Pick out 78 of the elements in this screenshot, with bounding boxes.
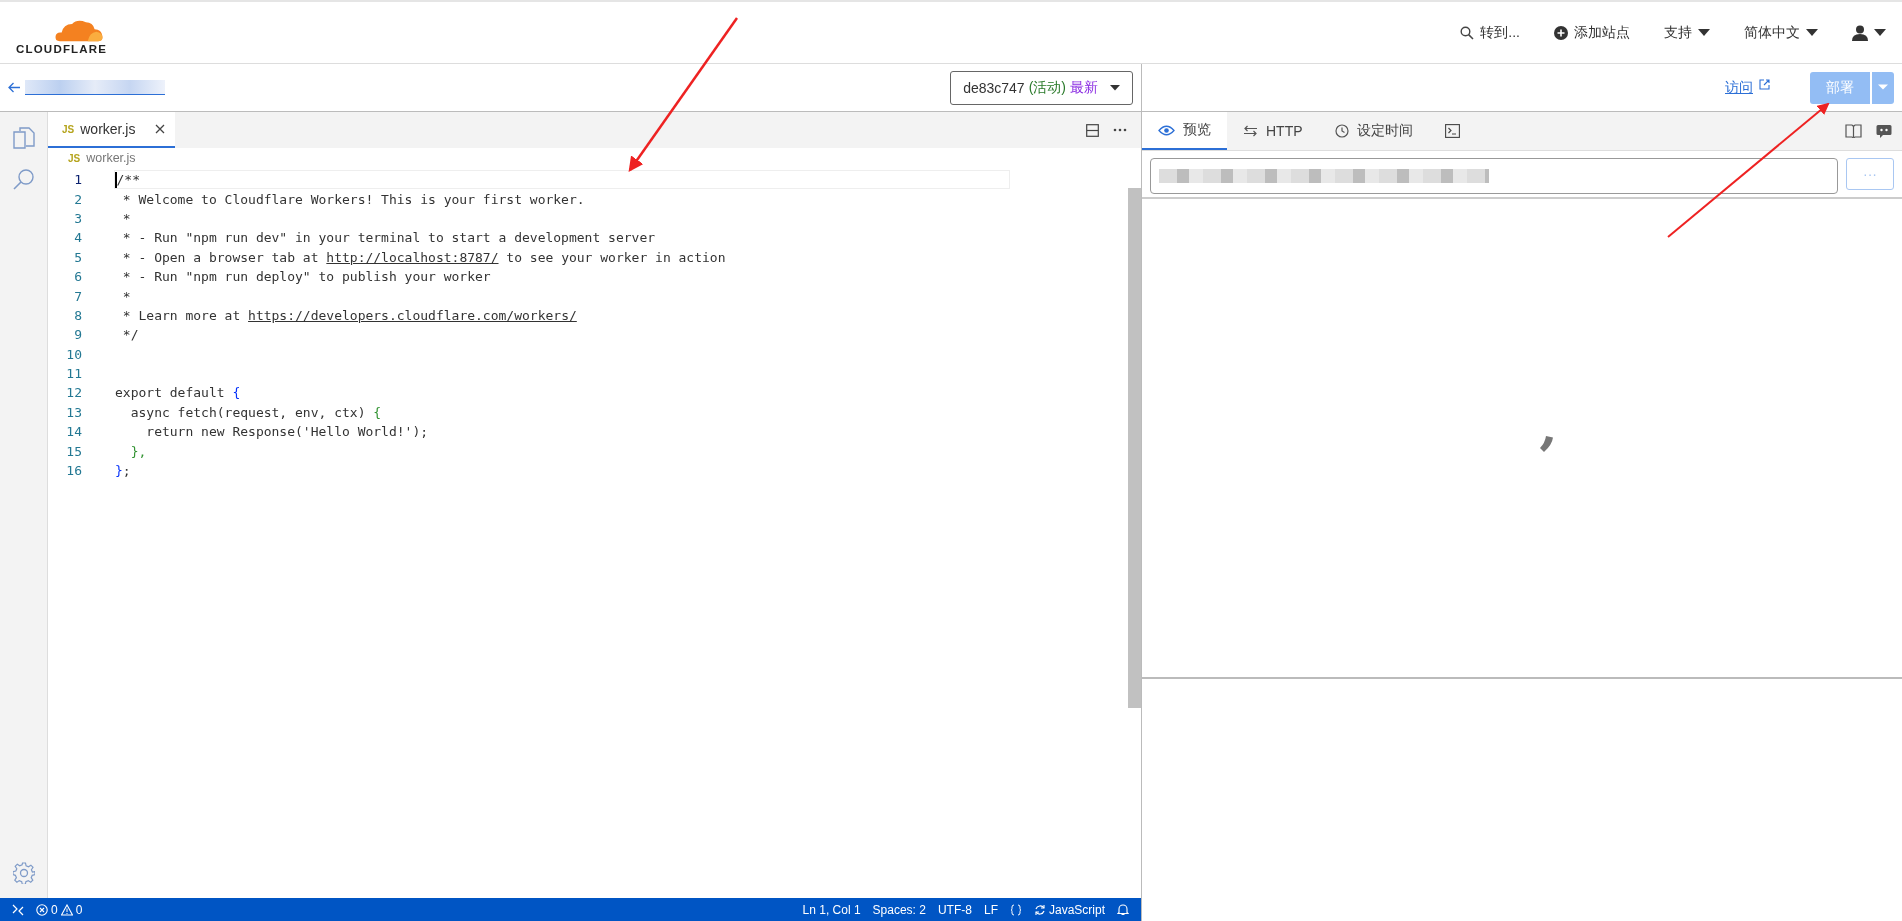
bell-icon[interactable] bbox=[1117, 903, 1129, 916]
line-number: 13 bbox=[65, 404, 82, 420]
text-cursor bbox=[115, 171, 117, 188]
version-select[interactable]: de83c747 (活动) 最新 bbox=[950, 70, 1133, 105]
panel-tab[interactable]: 预览 bbox=[1142, 112, 1227, 150]
cursor-position[interactable]: Ln 1, Col 1 bbox=[802, 902, 861, 917]
user-menu[interactable] bbox=[1852, 24, 1886, 41]
encoding-setting[interactable]: UTF-8 bbox=[937, 902, 972, 917]
panel-tab[interactable]: HTTP bbox=[1227, 112, 1319, 150]
nav-link[interactable]: 支持 bbox=[1664, 23, 1710, 42]
clock-icon[interactable] bbox=[1334, 124, 1349, 138]
external-link-icon[interactable] bbox=[1759, 78, 1770, 90]
code-line: /** bbox=[116, 172, 140, 188]
search-icon[interactable] bbox=[1460, 25, 1475, 40]
code-line: return new Response('Hello World!'); bbox=[145, 424, 429, 440]
scrollbar[interactable] bbox=[1128, 188, 1141, 708]
line-number: 14 bbox=[65, 424, 82, 440]
url-field[interactable] bbox=[1150, 158, 1838, 194]
error-icon[interactable] bbox=[36, 903, 48, 916]
eye-icon[interactable] bbox=[1158, 124, 1175, 136]
cloudflare-logo[interactable]: CLOUDFLARE bbox=[16, 10, 108, 55]
line-number: 12 bbox=[65, 385, 82, 401]
docs-icon[interactable] bbox=[1845, 124, 1862, 138]
sync-icon[interactable] bbox=[1033, 903, 1046, 916]
line-number: 5 bbox=[73, 249, 82, 265]
problems-indicator[interactable]: 0 0 bbox=[36, 902, 83, 917]
loading-spinner bbox=[1540, 435, 1554, 453]
breadcrumb[interactable]: JS worker.js bbox=[48, 148, 136, 168]
code-line: * Learn more at https://developers.cloudflare.com/workers/ bbox=[121, 307, 577, 323]
code-line: */ bbox=[121, 327, 139, 343]
code-line: * - Run "npm run deploy" to publish your worker bbox=[121, 269, 491, 285]
close-icon[interactable] bbox=[155, 124, 166, 134]
code-line: * Welcome to Cloudflare Workers! This is your first worker. bbox=[121, 191, 585, 207]
caret-icon[interactable] bbox=[1806, 28, 1818, 37]
terminal-icon[interactable] bbox=[1444, 124, 1460, 138]
line-number: 2 bbox=[73, 191, 82, 207]
remote-icon[interactable] bbox=[12, 903, 24, 916]
caret-icon[interactable] bbox=[1110, 84, 1120, 91]
line-number: 6 bbox=[73, 269, 82, 285]
nav-link[interactable]: 添加站点 bbox=[1554, 23, 1630, 42]
nav-link[interactable]: 转到... bbox=[1460, 23, 1520, 42]
line-number: 3 bbox=[73, 210, 82, 226]
line-number: 8 bbox=[73, 307, 82, 323]
line-number: 7 bbox=[73, 288, 82, 304]
line-number: 11 bbox=[65, 366, 82, 382]
split-editor-icon[interactable] bbox=[1086, 123, 1099, 137]
plus-icon[interactable] bbox=[1554, 25, 1568, 40]
line-number: 9 bbox=[73, 327, 82, 343]
chat-icon[interactable] bbox=[1876, 124, 1892, 138]
code-line: * bbox=[121, 288, 131, 304]
language-mode[interactable]: JavaScript bbox=[1033, 902, 1105, 917]
nav-link[interactable]: 简体中文 bbox=[1744, 23, 1818, 42]
line-number: 1 bbox=[73, 172, 82, 188]
line-number: 10 bbox=[65, 346, 82, 362]
braces-icon[interactable] bbox=[1009, 903, 1022, 916]
code-line: }, bbox=[129, 443, 147, 459]
code-line: * - Run "npm run dev" in your terminal to start a development server bbox=[121, 230, 656, 246]
code-line: * - Open a browser tab at http://localhost:8787/ to see your worker in action bbox=[121, 249, 726, 265]
panel-tab[interactable]: 设定时间 bbox=[1318, 112, 1429, 150]
more-icon[interactable] bbox=[1113, 128, 1127, 132]
settings-icon[interactable] bbox=[12, 862, 35, 884]
line-ending-setting[interactable]: LF bbox=[983, 902, 998, 917]
line-number: 4 bbox=[73, 230, 82, 246]
indentation-setting[interactable]: Spaces: 2 bbox=[872, 902, 926, 917]
warning-icon[interactable] bbox=[60, 903, 73, 916]
code-line: async fetch(request, env, ctx) { bbox=[129, 404, 382, 420]
back-arrow-icon[interactable] bbox=[8, 82, 21, 93]
code-line: export default { bbox=[115, 385, 241, 401]
caret-icon[interactable] bbox=[1698, 28, 1710, 37]
line-number: 15 bbox=[65, 443, 82, 459]
code-line: }; bbox=[115, 463, 131, 479]
visit-link[interactable]: 访问 bbox=[1725, 78, 1770, 97]
code-line: * bbox=[121, 210, 131, 226]
caret-icon[interactable] bbox=[1874, 28, 1886, 37]
arrows-icon[interactable] bbox=[1243, 125, 1258, 137]
user-icon[interactable] bbox=[1852, 24, 1868, 41]
file-tab[interactable]: JS worker.js bbox=[48, 112, 176, 148]
line-number: 16 bbox=[65, 463, 82, 479]
